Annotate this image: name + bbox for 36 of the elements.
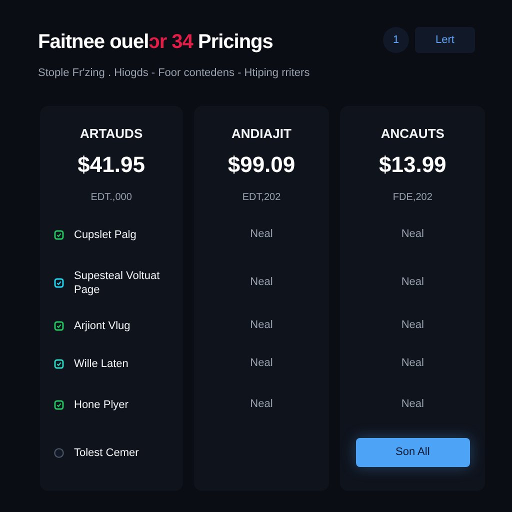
checkbox-checked-icon[interactable] [54,278,64,288]
header-button[interactable]: Lert [415,27,475,53]
feature-value: Neal [250,275,273,290]
checkbox-icon[interactable] [54,448,64,458]
feature-value: Neal [401,356,424,372]
feature-label: Tolest Cemer [74,446,140,460]
checkbox-checked-icon[interactable] [54,320,64,330]
feature-value: Neal [401,318,424,334]
feature-value: Neal [401,275,424,290]
plan-price: $99.09 [228,150,296,178]
feature-value: Neal [250,397,273,412]
page-title: Faitnee ouelɔr 34 Pricings [38,30,274,55]
feature-value: Neal [250,356,273,372]
checkbox-checked-icon[interactable] [54,400,64,410]
feature-label: Supesteal Voltuat Page [74,268,161,296]
checkbox-checked-icon[interactable] [54,358,64,368]
feature-value: Neal [250,227,273,242]
plan-name: ANCAUTS [380,124,444,142]
select-plan-button[interactable]: Son All [356,438,470,467]
plan-period: EDT.,000 [90,190,132,204]
plan-name: ANDIAJIT [232,124,292,142]
plan-price: $13.99 [379,150,446,178]
subtitle: Stople Fr'zing . Hiogds - Foor contedens - Htiping rriters [38,66,310,81]
checkbox-checked-icon[interactable] [54,230,64,240]
feature-label: Arjiont Vlug [74,318,132,332]
plan-period: EDT,202 [242,190,281,204]
feature-label: Hone Plyer [74,398,130,412]
count-badge: 1 [383,27,409,53]
feature-value: Neal [401,397,424,412]
feature-label: Cupslet Palg [74,228,138,242]
feature-value: Neal [401,227,424,242]
plan-name: ARTAUDS [80,124,143,142]
feature-value: Neal [250,318,273,334]
plan-period: FDE,202 [392,190,432,204]
plan-price: $41.95 [78,150,145,178]
feature-label: Wille Laten [74,356,130,370]
